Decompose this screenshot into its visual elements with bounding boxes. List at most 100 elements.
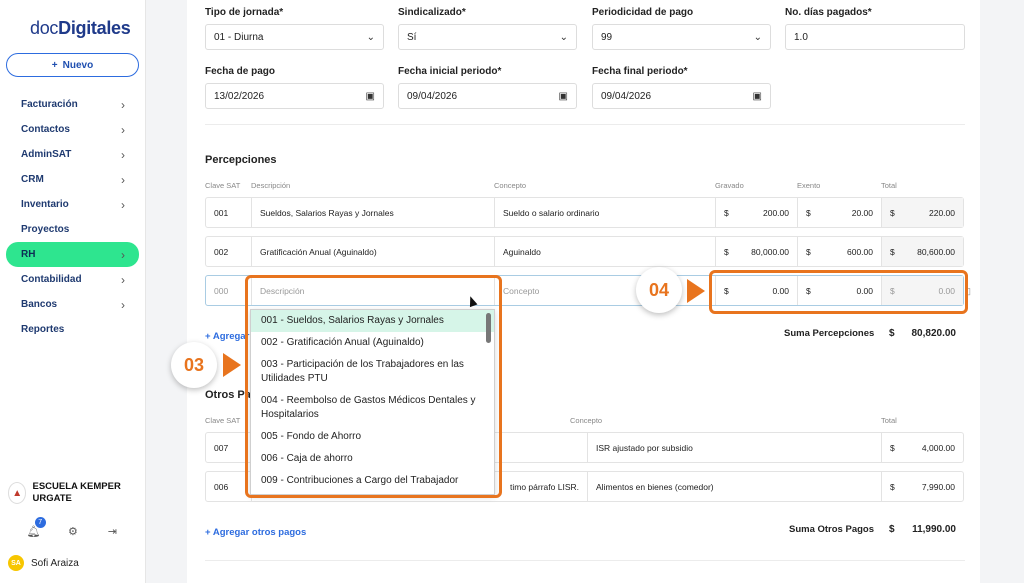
currency-symbol: $ [890, 442, 895, 453]
sidebar-item-reportes[interactable]: Reportes [6, 317, 139, 342]
calendar-icon[interactable]: ▣ [559, 91, 568, 102]
sidebar-item-adminsat[interactable]: AdminSAT › [6, 142, 139, 167]
sidebar-item-label: CRM [21, 174, 44, 185]
gear-icon[interactable]: ⚙ [63, 525, 83, 538]
col-header-gravado: Gravado [715, 181, 744, 190]
tipo-jornada-label: Tipo de jornada* [205, 7, 284, 18]
cell-descripcion: Gratificación Anual (Aguinaldo) [252, 237, 495, 266]
total-value: 4,000.00 [921, 442, 955, 453]
sidebar-item-label: Contabilidad [21, 274, 82, 285]
new-button-label: Nuevo [62, 59, 94, 71]
sidebar-item-contactos[interactable]: Contactos › [6, 117, 139, 142]
org-logo-icon: ▲ [8, 482, 27, 504]
sidebar-item-label: Inventario [21, 199, 69, 210]
gravado-value: 200.00 [763, 207, 789, 218]
exento-value: 20.00 [851, 207, 873, 218]
calendar-icon[interactable]: ▣ [753, 91, 762, 102]
currency-symbol: $ [889, 328, 895, 339]
avatar: SA [8, 555, 24, 571]
table-row[interactable]: 002 Gratificación Anual (Aguinaldo) Agui… [205, 236, 964, 267]
currency-symbol: $ [806, 207, 811, 218]
cell-exento[interactable]: $20.00 [798, 198, 882, 227]
cell-total[interactable]: $7,990.00 [882, 472, 963, 501]
sidebar-bottom-toolbar: 🔔︎ 7 ⚙ ⇥ [0, 516, 146, 542]
currency-symbol: $ [724, 246, 729, 257]
col-header-clave: Clave SAT [205, 416, 241, 425]
table-row[interactable]: 001 Sueldos, Salarios Rayas y Jornales S… [205, 197, 964, 228]
suma-otros-pagos-label: Suma Otros Pagos [789, 524, 874, 535]
total-value: 7,990.00 [921, 481, 955, 492]
dias-pagados-label: No. días pagados* [785, 7, 872, 18]
col-header-clave: Clave SAT [205, 181, 241, 190]
sidebar-item-bancos[interactable]: Bancos › [6, 292, 139, 317]
add-otros-pagos-link[interactable]: + Agregar otros pagos [205, 527, 306, 538]
arrow-right-icon [223, 353, 241, 377]
step-3-marker: 03 [171, 342, 217, 388]
organization-switcher[interactable]: ▲ ESCUELA KEMPER URGATE [8, 481, 140, 505]
highlight-box-description [245, 275, 502, 498]
user-name: Sofi Araiza [31, 557, 79, 569]
section-divider [205, 560, 965, 561]
col-header-concepto: Concepto [494, 181, 527, 190]
chevron-down-icon: ⌄ [753, 31, 762, 43]
sidebar: docDigitales + Nuevo Facturación › Contact… [0, 0, 146, 583]
col-header-descripcion: Descripción [251, 181, 291, 190]
chevron-right-icon: › [121, 122, 125, 137]
add-percepcion-link[interactable]: + Agregar [205, 331, 249, 342]
dias-pagados-input[interactable]: 1.0 [785, 24, 965, 50]
user-profile[interactable]: SA Sofi Araiza [8, 555, 79, 571]
fecha-pago-input[interactable]: 13/02/2026 ▣ [205, 83, 384, 109]
cell-gravado[interactable]: $200.00 [716, 198, 798, 227]
sindicalizado-value: Sí [407, 31, 417, 43]
suma-percepciones-value: 80,820.00 [911, 328, 957, 339]
fecha-inicial-input[interactable]: 09/04/2026 ▣ [398, 83, 577, 109]
sidebar-item-contabilidad[interactable]: Contabilidad › [6, 267, 139, 292]
chevron-right-icon: › [121, 197, 125, 212]
fecha-inicial-value: 09/04/2026 [407, 90, 458, 102]
col-header-total: Total [881, 416, 897, 425]
new-button[interactable]: + Nuevo [6, 53, 139, 77]
notification-badge: 7 [34, 516, 46, 528]
sidebar-item-label: Facturación [21, 99, 78, 110]
sidebar-item-inventario[interactable]: Inventario › [6, 192, 139, 217]
chevron-down-icon: ⌄ [559, 31, 568, 43]
app-logo[interactable]: docDigitales [30, 18, 131, 39]
sidebar-item-label: Contactos [21, 124, 70, 135]
calendar-icon[interactable]: ▣ [366, 91, 375, 102]
fecha-final-value: 09/04/2026 [601, 90, 652, 102]
sidebar-item-proyectos[interactable]: Proyectos [6, 217, 139, 242]
sidebar-item-label: AdminSAT [21, 149, 72, 160]
sindicalizado-select[interactable]: Sí ⌄ [398, 24, 577, 50]
cell-concepto: ISR ajustado por subsidio [588, 433, 882, 462]
cell-descripcion: Sueldos, Salarios Rayas y Jornales [252, 198, 495, 227]
cell-total[interactable]: $4,000.00 [882, 433, 963, 462]
currency-symbol: $ [890, 246, 895, 257]
sidebar-item-facturacion[interactable]: Facturación › [6, 92, 139, 117]
currency-symbol: $ [890, 207, 895, 218]
suma-otros-pagos-value: 11,990.00 [912, 524, 956, 535]
currency-symbol: $ [806, 246, 811, 257]
tipo-jornada-select[interactable]: 01 - Diurna ⌄ [205, 24, 384, 50]
dias-pagados-value: 1.0 [794, 31, 808, 43]
sidebar-item-rh[interactable]: RH › [6, 242, 139, 267]
cell-gravado[interactable]: $80,000.00 [716, 237, 798, 266]
gravado-value: 80,000.00 [751, 246, 789, 257]
suma-percepciones-label: Suma Percepciones [784, 328, 875, 339]
logout-icon[interactable]: ⇥ [102, 525, 122, 538]
concepto-input[interactable]: Concepto [495, 276, 716, 305]
fecha-pago-value: 13/02/2026 [214, 90, 265, 102]
cell-total: $80,600.00 [882, 237, 963, 266]
chevron-right-icon: › [121, 297, 125, 312]
logo-text-light: doc [30, 18, 59, 38]
sidebar-item-crm[interactable]: CRM › [6, 167, 139, 192]
fecha-final-input[interactable]: 09/04/2026 ▣ [592, 83, 771, 109]
periodicidad-select[interactable]: 99 ⌄ [592, 24, 771, 50]
cell-exento[interactable]: $600.00 [798, 237, 882, 266]
cell-concepto: Aguinaldo [495, 237, 716, 266]
cell-total: $220.00 [882, 198, 963, 227]
bell-icon[interactable]: 🔔︎ 7 [24, 516, 46, 538]
fecha-pago-label: Fecha de pago [205, 66, 276, 77]
exento-value: 600.00 [847, 246, 873, 257]
chevron-right-icon: › [121, 272, 125, 287]
cell-concepto: Sueldo o salario ordinario [495, 198, 716, 227]
